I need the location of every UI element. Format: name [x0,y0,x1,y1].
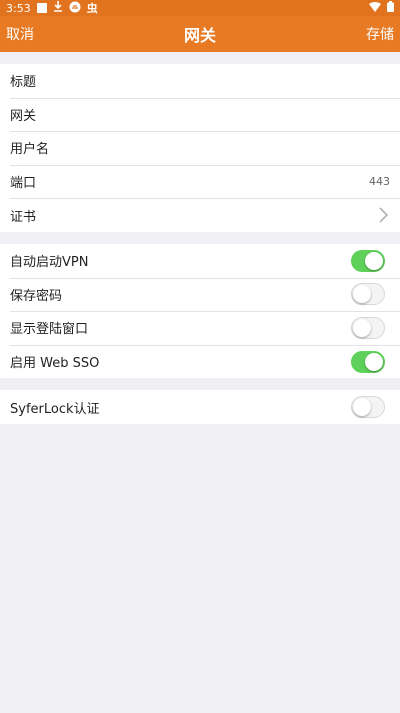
toggle-knob [353,318,371,337]
battery-icon [387,1,394,15]
title-field[interactable]: 标题 [0,64,400,98]
syferlock-section: SyferLock认证 [0,390,400,424]
toggle-knob [353,285,371,304]
web-sso-label: 启用 Web SSO [10,356,100,372]
auto-start-vpn-row: 自动启动VPN [0,244,400,278]
carrier-glyph: 虫 [86,2,98,15]
username-field[interactable]: 用户名 [0,131,400,165]
auto-start-vpn-toggle[interactable] [351,249,385,272]
show-login-window-label: 显示登陆窗口 [10,322,89,338]
download-icon [53,1,63,15]
notification-icon [36,3,47,13]
navigation-bar: 取消 网关 存储 [0,16,400,52]
gateway-fields-section: 标题 网关 用户名 端口 443 证书 [0,64,400,232]
certificate-row[interactable]: 证书 [0,198,400,232]
title-label: 标题 [10,75,37,91]
port-field[interactable]: 端口 443 [0,164,400,199]
toggle-knob [353,398,371,417]
chevron-right-icon [376,206,390,224]
page-title: 网关 [183,26,216,45]
status-time: 3:53 [6,1,31,15]
gateway-field[interactable]: 网关 [0,97,400,132]
show-login-window-toggle[interactable] [351,316,385,339]
web-sso-toggle[interactable] [351,350,385,373]
save-password-toggle[interactable] [351,283,385,306]
status-bar: 3:53 虫 [0,0,400,16]
show-login-window-row: 显示登陆窗口 [0,311,400,345]
web-sso-row: 启用 Web SSO [0,344,400,379]
gateway-label: 网关 [10,108,37,124]
toggle-knob [365,352,383,371]
username-label: 用户名 [10,142,50,158]
port-label: 端口 [10,176,37,192]
auto-start-vpn-label: 自动启动VPN [10,255,89,271]
cancel-button[interactable]: 取消 [6,24,34,44]
options-section: 自动启动VPN 保存密码 显示登陆窗口 启用 Web SSO [0,243,400,379]
port-value: 443 [369,175,390,189]
syferlock-toggle[interactable] [351,396,385,419]
toggle-knob [365,251,383,270]
certificate-label: 证书 [10,209,37,225]
save-password-label: 保存密码 [10,288,63,304]
wifi-icon [369,1,381,15]
cloud-icon [69,1,81,16]
save-button[interactable]: 存储 [366,24,394,44]
syferlock-row: SyferLock认证 [0,390,400,424]
save-password-row: 保存密码 [0,277,400,312]
syferlock-label: SyferLock认证 [10,401,100,417]
